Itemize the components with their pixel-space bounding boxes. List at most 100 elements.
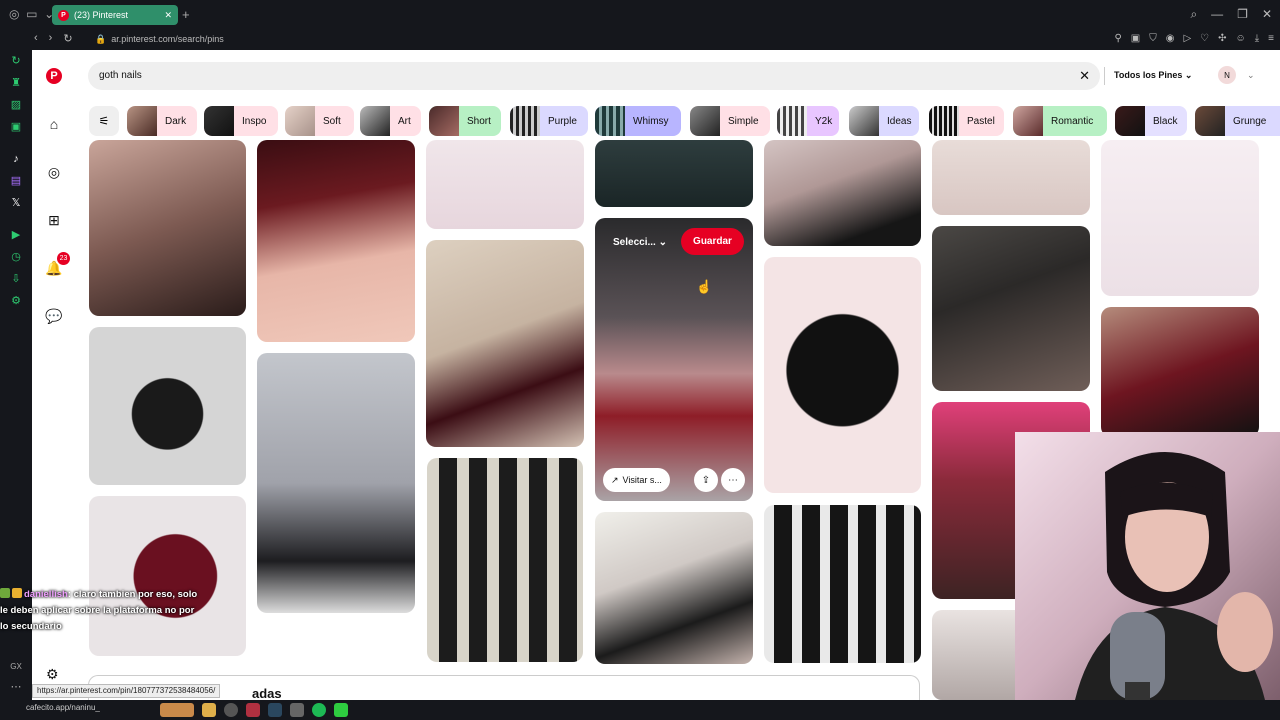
app-icon[interactable] bbox=[290, 703, 304, 717]
chip-label: Whimsy bbox=[633, 115, 669, 127]
pin-card-hovered[interactable]: Selecci... ⌄ Guardar ↗ Visitar s... ⇪ ⋯ ☝ bbox=[595, 218, 753, 501]
avatar[interactable]: N bbox=[1218, 66, 1236, 84]
share-icon[interactable]: ⇪ bbox=[694, 468, 718, 492]
clear-search-icon[interactable]: ✕ bbox=[1079, 68, 1090, 84]
downloads-icon[interactable]: ⇩ bbox=[9, 272, 23, 286]
chip-grunge[interactable]: Grunge bbox=[1195, 106, 1280, 136]
reload-icon[interactable]: ↻ bbox=[63, 32, 72, 45]
more-icon[interactable]: ⋯ bbox=[9, 680, 23, 694]
chip-pastel[interactable]: Pastel bbox=[929, 106, 1004, 136]
pin-card[interactable] bbox=[764, 140, 921, 246]
heart-icon[interactable]: ♡ bbox=[1200, 33, 1209, 44]
opera-menu-icon[interactable]: ◎ ▭ ⌄ bbox=[9, 7, 54, 21]
explore-icon[interactable]: ◎ bbox=[42, 160, 66, 184]
chip-ideas[interactable]: Ideas bbox=[849, 106, 919, 136]
messenger-icon[interactable]: ▣ bbox=[9, 120, 23, 134]
steam-icon[interactable] bbox=[268, 703, 282, 717]
chip-short[interactable]: Short bbox=[429, 106, 501, 136]
pin-card[interactable] bbox=[89, 140, 246, 316]
chip-label: Soft bbox=[323, 115, 341, 127]
back-icon[interactable]: ‹ bbox=[34, 32, 38, 45]
shield-icon[interactable]: ⛉ bbox=[1149, 33, 1157, 44]
pin-card[interactable] bbox=[595, 512, 753, 664]
pin-card[interactable] bbox=[932, 140, 1090, 215]
player-icon[interactable]: ▶ bbox=[9, 228, 23, 242]
chip-dark[interactable]: Dark bbox=[127, 106, 197, 136]
x-icon[interactable]: 𝕏 bbox=[9, 196, 23, 210]
search-icon[interactable]: ⌕ bbox=[1190, 7, 1197, 22]
pin-card[interactable] bbox=[426, 140, 584, 229]
chip-inspo[interactable]: Inspo bbox=[204, 106, 278, 136]
restore-icon[interactable]: ❐ bbox=[1237, 7, 1248, 22]
more-options-icon[interactable]: ⋯ bbox=[721, 468, 745, 492]
new-tab-button[interactable]: + bbox=[182, 7, 190, 22]
visit-site-button[interactable]: ↗ Visitar s... bbox=[603, 468, 670, 492]
minimize-icon[interactable]: — bbox=[1211, 7, 1223, 22]
profile-icon[interactable]: ☺ bbox=[1236, 33, 1246, 44]
chip-romantic[interactable]: Romantic bbox=[1013, 106, 1107, 136]
spotify-icon[interactable] bbox=[312, 703, 326, 717]
pin-card[interactable] bbox=[764, 257, 921, 493]
vpn-icon[interactable]: ◉ bbox=[1166, 33, 1175, 44]
menu-icon[interactable]: ≡ bbox=[1268, 33, 1274, 44]
search-input[interactable] bbox=[99, 70, 999, 81]
chip-simple[interactable]: Simple bbox=[690, 106, 770, 136]
chip-art[interactable]: Art bbox=[360, 106, 421, 136]
filter-button[interactable]: ⚟ bbox=[89, 106, 119, 136]
chip-thumbnail bbox=[595, 106, 625, 136]
pin-card[interactable] bbox=[1101, 307, 1259, 437]
play-icon[interactable]: ▷ bbox=[1183, 33, 1191, 44]
aria-icon[interactable]: ↻ bbox=[9, 54, 23, 68]
messages-icon[interactable]: 💬 bbox=[42, 304, 66, 328]
chip-purple[interactable]: Purple bbox=[510, 106, 588, 136]
folder-icon[interactable] bbox=[202, 703, 216, 717]
pin-card[interactable] bbox=[89, 327, 246, 485]
gx-corner-icon[interactable]: ▨ bbox=[9, 98, 23, 112]
pin-card[interactable] bbox=[595, 140, 753, 207]
chip-label: Black bbox=[1153, 115, 1178, 127]
pin-card[interactable] bbox=[426, 240, 584, 447]
account-chevron-icon[interactable]: ⌄ bbox=[1247, 70, 1255, 81]
create-icon[interactable]: ⊞ bbox=[42, 208, 66, 232]
opera-icon[interactable] bbox=[246, 703, 260, 717]
download-icon[interactable]: ⤓ bbox=[1255, 33, 1259, 44]
puzzle-icon[interactable]: ✣ bbox=[1218, 33, 1226, 44]
save-button[interactable]: Guardar bbox=[681, 228, 744, 255]
twitch-icon[interactable]: ▤ bbox=[9, 174, 23, 188]
home-icon[interactable]: ⌂ bbox=[42, 112, 66, 136]
screen: ◎ ▭ ⌄ P (23) Pinterest ✕ + ⌕ — ❐ ✕ ‹ › ↻… bbox=[0, 0, 1280, 720]
kick-icon[interactable] bbox=[334, 703, 348, 717]
tab-title: (23) Pinterest bbox=[74, 10, 129, 20]
url-field[interactable]: 🔒 ar.pinterest.com/search/pins bbox=[95, 34, 224, 45]
board-select-dropdown[interactable]: Selecci... ⌄ bbox=[613, 237, 667, 248]
close-tab-icon[interactable]: ✕ bbox=[164, 10, 172, 21]
settings-gear-icon[interactable]: ⚙ bbox=[46, 666, 59, 683]
sliders-icon: ⚟ bbox=[98, 114, 110, 128]
pin-card[interactable] bbox=[764, 505, 921, 663]
chip-label: Simple bbox=[728, 115, 759, 127]
pinterest-logo-icon[interactable]: P bbox=[46, 68, 62, 84]
scope-dropdown[interactable]: Todos los Pines ⌄ bbox=[1114, 70, 1192, 81]
settings-icon[interactable]: ⚙ bbox=[9, 294, 23, 308]
chip-black[interactable]: Black bbox=[1115, 106, 1187, 136]
screenshot-icon[interactable]: ▣ bbox=[1131, 33, 1140, 44]
forward-icon[interactable]: › bbox=[49, 32, 53, 45]
pin-card[interactable] bbox=[932, 226, 1090, 391]
chip-whimsy[interactable]: Whimsy bbox=[595, 106, 681, 136]
pin-card[interactable] bbox=[257, 140, 415, 342]
notifications-icon[interactable]: 🔔 23 bbox=[42, 252, 70, 280]
close-window-icon[interactable]: ✕ bbox=[1262, 7, 1272, 22]
browser-tab-pinterest[interactable]: P (23) Pinterest ✕ bbox=[52, 5, 178, 25]
gx-control-icon[interactable]: ♜ bbox=[9, 76, 23, 90]
history-icon[interactable]: ◷ bbox=[9, 250, 23, 264]
chat-username: daniellish bbox=[24, 589, 68, 600]
tiktok-icon[interactable]: ♪ bbox=[9, 152, 23, 166]
pin-card[interactable] bbox=[427, 458, 583, 662]
chip-soft[interactable]: Soft bbox=[285, 106, 354, 136]
pin-card[interactable] bbox=[1101, 140, 1259, 296]
clock-icon[interactable] bbox=[224, 703, 238, 717]
pin-icon[interactable]: ⚲ bbox=[1114, 33, 1121, 44]
app-icon[interactable] bbox=[160, 703, 194, 717]
chip-y2k[interactable]: Y2k bbox=[777, 106, 839, 136]
pin-card[interactable] bbox=[257, 353, 415, 613]
